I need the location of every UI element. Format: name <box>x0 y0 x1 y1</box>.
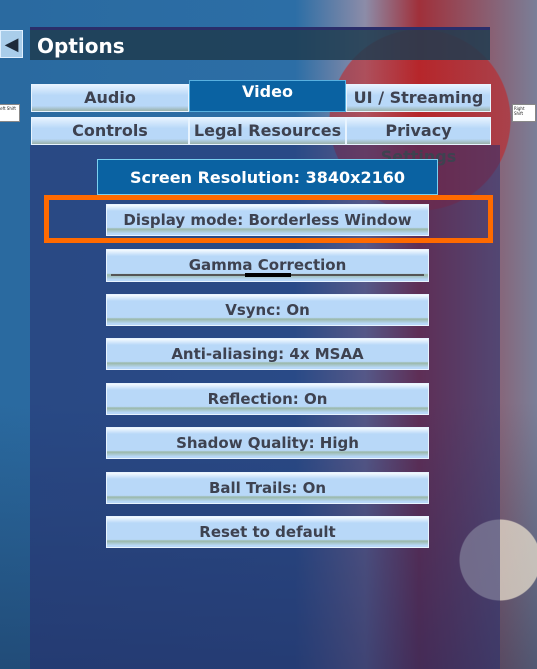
back-button[interactable]: ◀ <box>0 30 23 58</box>
reflection-button[interactable]: Reflection: On <box>106 383 429 415</box>
selection-highlight <box>44 195 493 243</box>
vsync-button[interactable]: Vsync: On <box>106 294 429 326</box>
shadow-quality-button[interactable]: Shadow Quality: High <box>106 427 429 459</box>
tab-audio[interactable]: Audio <box>31 84 189 112</box>
tab-controls[interactable]: Controls <box>31 117 189 145</box>
screen-resolution-button[interactable]: Screen Resolution: 3840x2160 <box>97 159 438 195</box>
gamma-label: Gamma Correction <box>188 256 347 274</box>
right-shift-key-hint: Right Shift <box>512 104 536 122</box>
anti-aliasing-button[interactable]: Anti-aliasing: 4x MSAA <box>106 338 429 370</box>
tab-video[interactable]: Video <box>189 80 346 112</box>
tab-legal-resources[interactable]: Legal Resources <box>189 117 346 145</box>
ball-trails-button[interactable]: Ball Trails: On <box>106 472 429 504</box>
left-shift-key-hint: Left Shift <box>0 104 20 122</box>
tab-privacy-settings[interactable]: Privacy Settings <box>346 117 491 166</box>
triangle-left-icon: ◀ <box>4 33 19 55</box>
page-title: Options <box>30 27 490 60</box>
tab-ui-streaming[interactable]: UI / Streaming <box>346 84 491 112</box>
gamma-correction-slider[interactable]: Gamma Correction <box>106 249 429 282</box>
gamma-thumb[interactable] <box>244 273 291 277</box>
reset-to-default-button[interactable]: Reset to default <box>106 516 429 548</box>
